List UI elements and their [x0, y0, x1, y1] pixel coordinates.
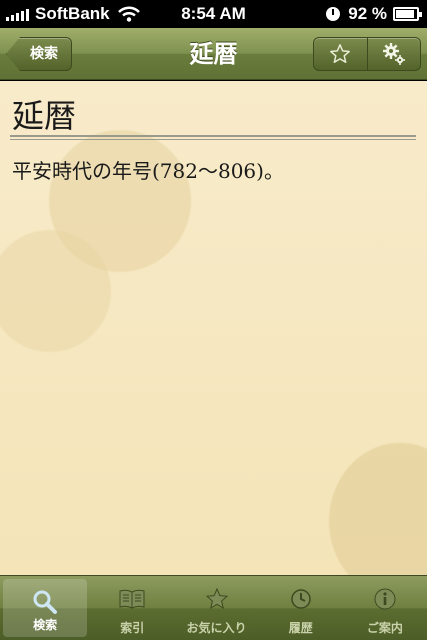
battery-percent: 92 %: [348, 4, 387, 23]
favorite-star-button[interactable]: [314, 38, 367, 70]
tab-favorites[interactable]: お気に入り: [174, 576, 258, 640]
entry-headword: 延暦: [12, 97, 77, 135]
star-icon: [205, 587, 228, 610]
tab-history[interactable]: 履歴: [259, 576, 343, 640]
tab-info[interactable]: ご案内: [343, 576, 427, 640]
tab-search[interactable]: 検索: [3, 579, 88, 637]
title-divider: [10, 135, 416, 137]
alarm-clock-icon: [326, 7, 341, 21]
book-icon: [119, 589, 145, 609]
tab-label: 索引: [120, 621, 145, 635]
tab-label: 検索: [33, 618, 58, 632]
star-icon: [330, 44, 351, 63]
nav-action-group: [313, 37, 421, 71]
entry-definition: 平安時代の年号(782〜806)。: [12, 159, 284, 183]
tab-label: ご案内: [366, 621, 403, 635]
gear-icon: [382, 43, 405, 65]
title-divider-thin: [10, 139, 416, 140]
dictionary-entry: 延暦 平安時代の年号(782〜806)。: [0, 81, 427, 575]
history-icon: [290, 589, 311, 609]
status-bar: SoftBank 8:54 AM 92 %: [0, 0, 427, 28]
info-icon: [374, 588, 396, 610]
tab-bar: 検索 索引 お気に入り 履歴 ご案内: [0, 575, 427, 640]
tab-index[interactable]: 索引: [90, 576, 174, 640]
back-button[interactable]: 検索: [6, 37, 72, 71]
settings-button[interactable]: [366, 38, 421, 70]
search-icon: [33, 590, 58, 614]
tab-label: お気に入り: [186, 621, 247, 635]
tab-label: 履歴: [288, 621, 313, 635]
navigation-bar: 延暦 検索: [0, 28, 427, 80]
battery-icon: [393, 7, 422, 21]
